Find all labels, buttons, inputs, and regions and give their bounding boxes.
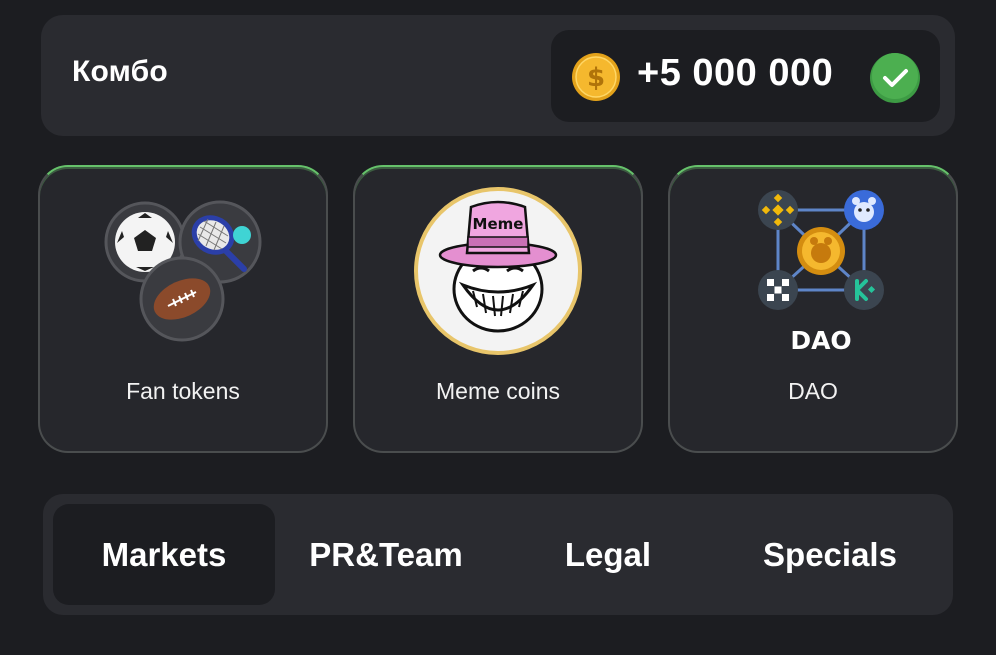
dao-logo-text: DAO	[790, 326, 851, 355]
combo-title: Комбо	[72, 55, 168, 88]
category-tabs: Markets PR&Team Legal Specials	[43, 494, 953, 615]
tab-markets[interactable]: Markets	[53, 504, 275, 605]
card-label-dao: DAO	[788, 378, 838, 404]
sports-balls-icon	[104, 200, 262, 342]
tab-legal[interactable]: Legal	[497, 504, 719, 605]
daily-combo-panel: Комбо $ +5 000 000	[41, 15, 955, 136]
combo-card-fan-tokens[interactable]: Fan tokens	[38, 165, 328, 453]
tab-specials[interactable]: Specials	[719, 504, 941, 605]
combo-reward-pill: $ +5 000 000	[551, 30, 940, 122]
combo-card-dao[interactable]: DAO DAO	[668, 165, 958, 453]
card-label-fan-tokens: Fan tokens	[126, 378, 240, 404]
mine-combo-screen: Комбо $ +5 000 000 Fan tokens Meme Meme …	[0, 0, 996, 655]
combo-reward-amount: +5 000 000	[637, 52, 834, 94]
check-circle-icon	[870, 53, 920, 103]
troll-meme-hat-icon: Meme	[414, 187, 582, 355]
dao-network-icon: DAO	[758, 190, 884, 355]
meme-hat-text: Meme	[473, 215, 524, 233]
dollar-coin-icon: $	[572, 53, 620, 101]
card-label-meme-coins: Meme coins	[436, 378, 560, 404]
combo-card-meme-coins[interactable]: Meme Meme coins	[353, 165, 643, 453]
tab-pr-team[interactable]: PR&Team	[275, 504, 497, 605]
svg-text:$: $	[587, 63, 605, 93]
